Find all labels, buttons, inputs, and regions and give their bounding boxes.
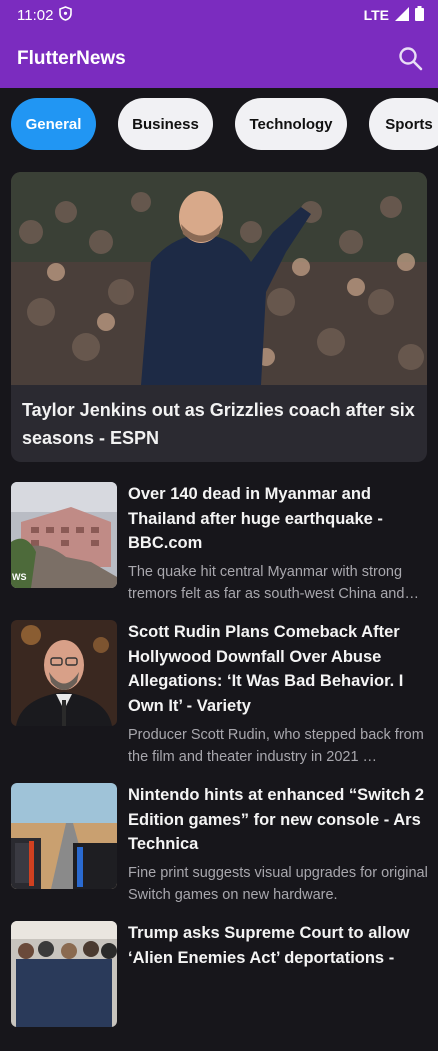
battery-icon: [415, 6, 424, 24]
shield-icon: [59, 5, 73, 25]
signal-icon: [395, 6, 409, 24]
network-label: LTE: [363, 7, 389, 23]
tab-general[interactable]: General: [11, 98, 96, 150]
featured-article-image: [11, 172, 427, 385]
article-description: Producer Scott Rudin, who stepped back f…: [128, 727, 424, 765]
app-bar: FlutterNews: [0, 30, 438, 88]
article-thumbnail: [11, 921, 117, 1027]
article-title: Over 140 dead in Myanmar and Thailand af…: [128, 485, 383, 552]
news-badge: WS: [12, 572, 27, 582]
article-description: Fine print suggests visual upgrades for …: [128, 865, 428, 903]
clock: 11:02: [17, 6, 54, 24]
article-title: Nintendo hints at enhanced “Switch 2 Edi…: [128, 786, 425, 853]
article-thumbnail: WS: [11, 482, 117, 588]
featured-article-card[interactable]: Taylor Jenkins out as Grizzlies coach af…: [11, 172, 427, 462]
status-bar: 11:02 LTE: [0, 0, 438, 30]
app-title: FlutterNews: [17, 48, 126, 69]
article-item-trump-supreme-court[interactable]: Trump asks Supreme Court to allow ‘Alien…: [11, 921, 431, 1051]
article-thumbnail: [11, 620, 117, 726]
article-item-nintendo-switch[interactable]: Nintendo hints at enhanced “Switch 2 Edi…: [11, 783, 431, 913]
article-title: Trump asks Supreme Court to allow ‘Alien…: [128, 924, 410, 967]
search-icon[interactable]: [398, 46, 424, 72]
article-title: Scott Rudin Plans Comeback After Hollywo…: [128, 623, 404, 715]
article-item-scott-rudin[interactable]: Scott Rudin Plans Comeback After Hollywo…: [11, 620, 431, 770]
article-thumbnail: [11, 783, 117, 889]
tab-technology[interactable]: Technology: [235, 98, 347, 150]
article-description: The quake hit central Myanmar with stron…: [128, 564, 405, 602]
featured-article-title: Taylor Jenkins out as Grizzlies coach af…: [22, 400, 415, 448]
article-item-myanmar-earthquake[interactable]: WS Over 140 dead in Myanmar and Thailand…: [11, 482, 431, 612]
category-tabs: General Business Technology Sports: [11, 98, 438, 152]
tab-business[interactable]: Business: [118, 98, 213, 150]
tab-sports[interactable]: Sports: [369, 98, 438, 150]
